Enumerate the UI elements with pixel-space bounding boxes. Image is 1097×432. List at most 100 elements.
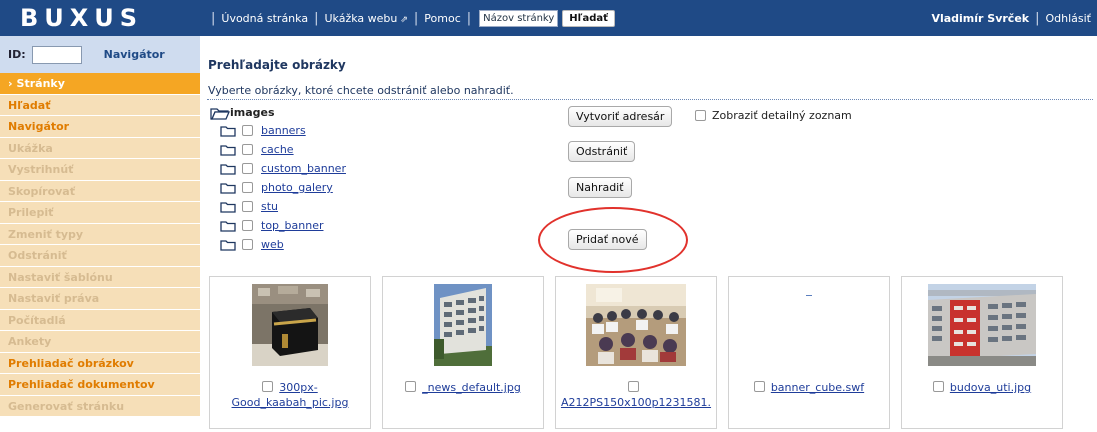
sidebar-item-prehliadač-obrázkov[interactable]: Prehliadač obrázkov [0,352,200,374]
sidebar-item-navigátor[interactable]: Navigátor [0,116,200,138]
folder-item[interactable]: web [220,235,346,254]
home-link[interactable]: Úvodná stránka [221,12,308,25]
image-filename-line2[interactable]: Good_kaabah_pic.jpg [232,396,349,409]
tree-root[interactable]: images [210,104,346,121]
sidebar-menu: StránkyHľadaťNavigátorUkážkaVystrihnúťSk… [0,73,200,417]
image-filename-line1[interactable]: 300px- [279,381,317,394]
nav-separator: | [413,10,419,26]
building-thumbnail[interactable] [434,284,492,369]
replace-button[interactable]: Nahradiť [568,177,632,198]
folder-link[interactable]: top_banner [261,219,323,232]
image-card[interactable]: _news_default.jpg [382,276,544,429]
top-navigation: | Úvodná stránka | Ukážka webu ⇗ | Pomoc … [205,0,615,36]
dotted-divider [207,99,1093,100]
image-card[interactable]: budova_uti.jpg [901,276,1063,429]
open-folder-icon [210,107,230,120]
navigator-link[interactable]: Navigátor [104,48,165,61]
folder-item[interactable]: custom_banner [220,159,346,178]
classroom-thumbnail[interactable] [586,284,686,369]
sidebar-item-nastaviť-šablónu: Nastaviť šablónu [0,266,200,288]
sidebar-item-počítadlá: Počítadlá [0,309,200,331]
image-filename-line2[interactable]: A212PS150x100p1231581. [561,396,711,409]
folder-checkbox[interactable] [242,144,253,155]
folder-item[interactable]: cache [220,140,346,159]
page-title: Prehľadajte obrázky [208,58,346,72]
logout-link[interactable]: Odhlásiť [1045,12,1091,25]
id-search-row: ID: Navigátor [0,36,200,73]
image-caption: banner_cube.swf [729,380,889,395]
folder-link[interactable]: cache [261,143,294,156]
folder-link[interactable]: custom_banner [261,162,346,175]
user-box: Vladimír Svrček | Odhlásiť [931,0,1091,36]
tree-root-label: images [230,106,275,119]
image-filename-line1[interactable]: budova_uti.jpg [950,381,1031,394]
folder-item[interactable]: photo_galery [220,178,346,197]
folder-checkbox[interactable] [242,239,253,250]
sidebar-item-hľadať[interactable]: Hľadať [0,94,200,116]
folder-link[interactable]: stu [261,200,278,213]
sidebar-item-odstrániť: Odstrániť [0,245,200,267]
swf-placeholder-icon [806,295,812,296]
sidebar-item-stránky[interactable]: Stránky [0,73,200,95]
delete-button[interactable]: Odstrániť [568,141,636,162]
folder-checkbox[interactable] [242,220,253,231]
create-directory-button[interactable]: Vytvoriť adresár [568,106,673,127]
image-checkbox[interactable] [262,381,274,392]
budova-thumbnail[interactable] [928,284,1036,369]
id-input[interactable] [31,45,82,64]
id-label: ID: [8,48,26,61]
folder-checkbox[interactable] [242,182,253,193]
detail-list-toggle[interactable]: Zobraziť detailný zoznam [695,109,852,122]
user-separator: | [1035,10,1040,26]
user-name[interactable]: Vladimír Svrček [931,12,1029,25]
nav-separator: | [466,10,472,26]
folder-tree: images banners cache custom_banner photo_ga… [210,104,346,254]
folder-link[interactable]: web [261,238,284,251]
image-caption: budova_uti.jpg [902,380,1062,395]
folder-checkbox[interactable] [242,163,253,174]
folder-icon [220,182,236,194]
folder-checkbox[interactable] [242,125,253,136]
sidebar-item-skopírovať: Skopírovať [0,180,200,202]
page-name-search-input[interactable]: Názov stránky [479,9,559,27]
folder-item[interactable]: stu [220,197,346,216]
folder-item[interactable]: top_banner [220,216,346,235]
image-card[interactable]: banner_cube.swf [728,276,890,429]
help-link[interactable]: Pomoc [424,12,460,25]
preview-link[interactable]: Ukážka webu ⇗ [324,12,407,25]
image-filename-line1[interactable]: banner_cube.swf [771,381,864,394]
folder-link[interactable]: banners [261,124,306,137]
folder-list: banners cache custom_banner photo_galerystu… [210,121,346,254]
image-filename-line1[interactable]: _news_default.jpg [422,381,521,394]
folder-checkbox[interactable] [242,201,253,212]
sidebar-item-generovať-stránku: Generovať stránku [0,395,200,417]
page-subtitle: Vyberte obrázky, ktoré chcete odstrániť … [208,84,514,97]
image-checkbox[interactable] [932,381,944,392]
sidebar-item-prehliadač-dokumentov[interactable]: Prehliadač dokumentov [0,374,200,396]
sidebar-item-ukážka: Ukážka [0,137,200,159]
buxus-logo[interactable]: BUXUS [0,0,200,36]
folder-link[interactable]: photo_galery [261,181,333,194]
image-card[interactable]: A212PS150x100p1231581. [555,276,717,429]
detail-list-label: Zobraziť detailný zoznam [712,109,852,122]
image-checkbox[interactable] [753,381,765,392]
highlight-circle [538,207,688,273]
folder-icon [220,125,236,137]
folder-icon [220,201,236,213]
image-checkbox[interactable] [405,381,417,392]
nav-separator: | [314,10,319,26]
image-grid: 300px- Good_kaabah_pic.jpg _news_default… [209,276,1063,429]
detail-list-checkbox[interactable] [695,110,706,121]
folder-icon [220,220,236,232]
image-caption: 300px- Good_kaabah_pic.jpg [210,380,370,410]
search-button[interactable]: Hľadať [562,9,615,27]
image-checkbox[interactable] [627,381,639,392]
folder-icon [220,239,236,251]
image-card[interactable]: 300px- Good_kaabah_pic.jpg [209,276,371,429]
external-window-icon: ⇗ [400,14,408,25]
folder-item[interactable]: banners [220,121,346,140]
kaaba-thumbnail[interactable] [252,284,328,369]
folder-icon [220,163,236,175]
image-caption: _news_default.jpg [383,380,543,395]
preview-label: Ukážka webu [324,11,398,25]
